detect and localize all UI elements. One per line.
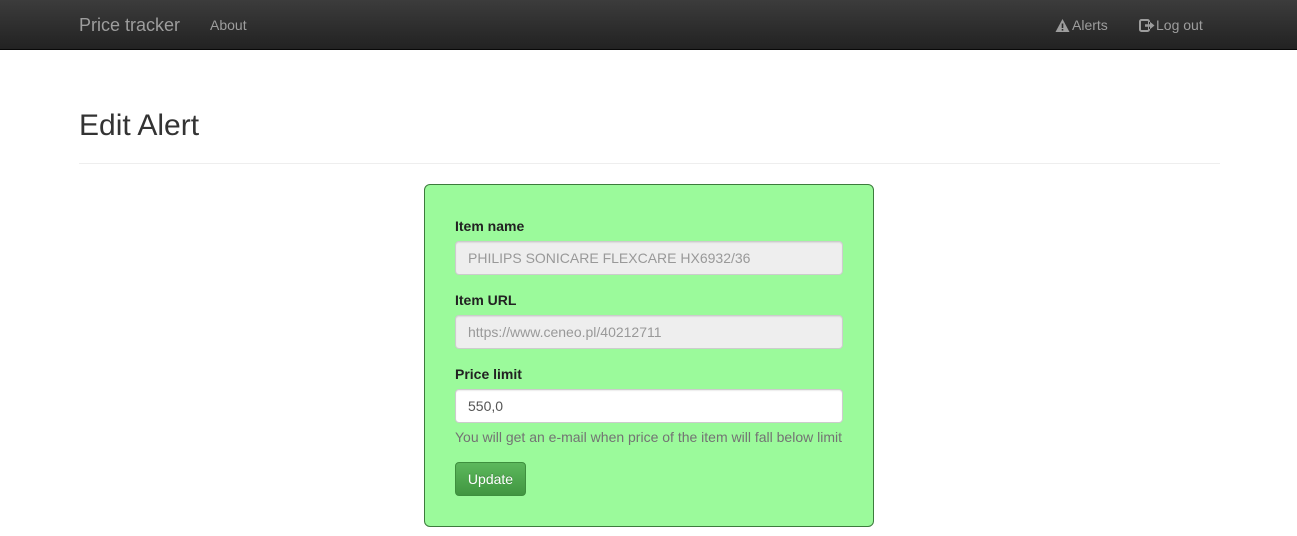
- brand-link[interactable]: Price tracker: [79, 15, 180, 35]
- nav-logout-link[interactable]: Log out: [1139, 17, 1203, 33]
- edit-alert-form: Item name Item URL Price limit You will …: [424, 184, 874, 527]
- top-navbar: Price tracker About Alerts Log out: [0, 0, 1297, 50]
- nav-logout-label: Log out: [1156, 17, 1203, 33]
- nav-alerts-link[interactable]: Alerts: [1055, 17, 1108, 33]
- nav-about-link[interactable]: About: [210, 17, 247, 33]
- logout-icon: [1139, 18, 1155, 33]
- price-limit-help-text: You will get an e-mail when price of the…: [455, 429, 842, 445]
- item-url-input[interactable]: [455, 315, 843, 349]
- price-limit-input[interactable]: [455, 389, 843, 423]
- update-button[interactable]: Update: [455, 462, 526, 496]
- item-url-label: Item URL: [455, 292, 517, 308]
- page-title: Edit Alert: [79, 109, 200, 142]
- item-name-label: Item name: [455, 218, 525, 234]
- nav-alerts-label: Alerts: [1072, 17, 1108, 33]
- item-name-input[interactable]: [455, 241, 843, 275]
- title-divider: [79, 163, 1220, 164]
- price-limit-label: Price limit: [455, 366, 522, 382]
- warning-icon: [1055, 18, 1070, 33]
